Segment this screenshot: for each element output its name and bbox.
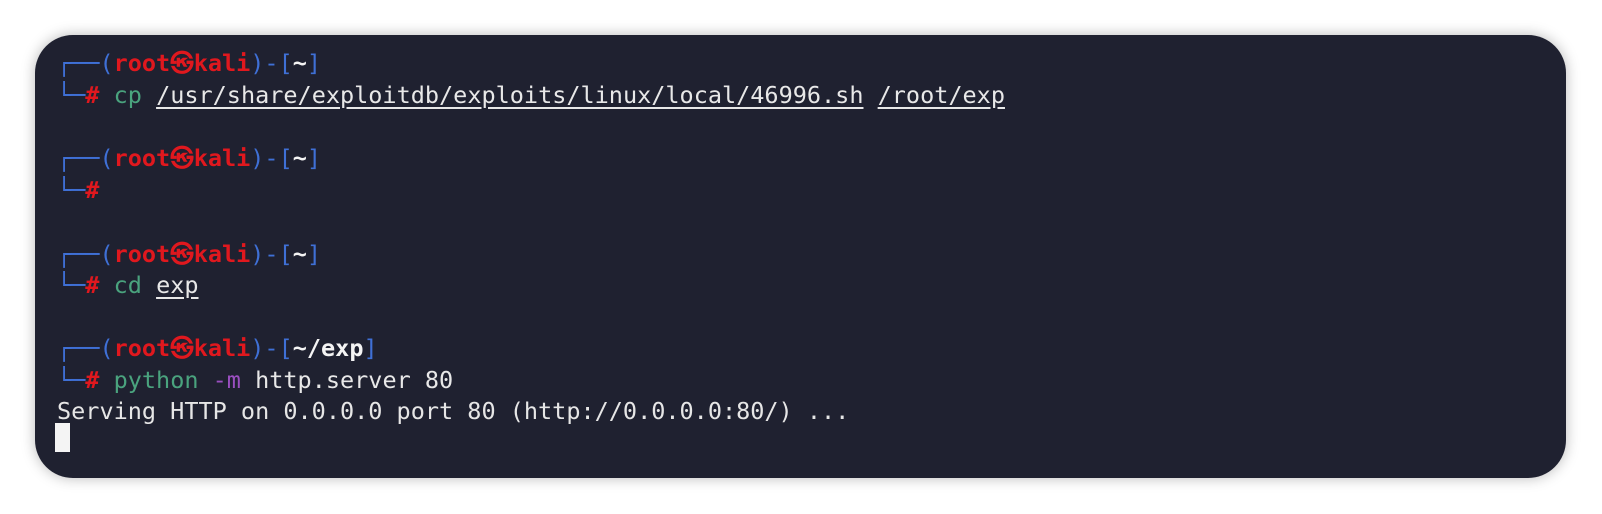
command-line-4: └─# python -m http.server 80 (57, 364, 453, 396)
prompt-mid: )-[ (250, 334, 293, 362)
prompt-user: root (113, 334, 171, 362)
prompt-corner-bottom: └─ (57, 271, 86, 299)
prompt-corner-top: ┌──( (57, 49, 114, 77)
terminal-window[interactable]: ┌──(root㉿kali)-[~] └─# cp /usr/share/exp… (35, 35, 1566, 478)
prompt-header-4: ┌──(root㉿kali)-[~/exp] (57, 332, 378, 364)
command-name: cd (113, 271, 142, 299)
command-arg-source: /usr/share/exploitdb/exploits/linux/loca… (156, 81, 864, 109)
prompt-corner-bottom: └─ (57, 366, 86, 394)
command-arg-module: http.server 80 (255, 366, 454, 394)
prompt-close-bracket: ] (306, 49, 322, 77)
prompt-close-bracket: ] (363, 334, 378, 362)
command-name: cp (113, 81, 142, 109)
prompt-host: kali (193, 240, 251, 268)
prompt-dir: ~ (292, 49, 307, 77)
command-line-3: └─# cd exp (57, 269, 199, 301)
prompt-separator: ㉿ (170, 144, 194, 172)
prompt-mid: )-[ (250, 240, 293, 268)
prompt-hash: # (85, 176, 100, 204)
prompt-host: kali (193, 49, 251, 77)
command-arg-dir: exp (156, 271, 199, 299)
prompt-hash: # (85, 271, 100, 299)
prompt-close-bracket: ] (306, 240, 322, 268)
command-flag: -m (212, 366, 241, 394)
prompt-hash: # (85, 366, 100, 394)
prompt-header-1: ┌──(root㉿kali)-[~] (57, 47, 321, 79)
prompt-mid: )-[ (250, 49, 293, 77)
prompt-corner-top: ┌──( (57, 144, 114, 172)
command-arg-dest: /root/exp (877, 81, 1005, 109)
prompt-close-bracket: ] (306, 144, 322, 172)
prompt-dir: ~ (292, 240, 307, 268)
prompt-corner-bottom: └─ (57, 81, 86, 109)
prompt-corner-top: ┌──( (57, 240, 114, 268)
prompt-header-2: ┌──(root㉿kali)-[~] (57, 142, 321, 174)
prompt-hash: # (85, 81, 100, 109)
prompt-header-3: ┌──(root㉿kali)-[~] (57, 238, 321, 270)
prompt-user: root (113, 49, 171, 77)
command-line-1: └─# cp /usr/share/exploitdb/exploits/lin… (57, 79, 1005, 111)
command-name: python (113, 366, 199, 394)
prompt-dir: ~/exp (292, 334, 364, 362)
command-line-2: └─# (57, 174, 99, 206)
prompt-user: root (113, 144, 171, 172)
text-cursor[interactable] (55, 423, 70, 452)
prompt-user: root (113, 240, 171, 268)
prompt-dir: ~ (292, 144, 307, 172)
prompt-separator: ㉿ (170, 240, 194, 268)
prompt-host: kali (193, 334, 251, 362)
command-output: Serving HTTP on 0.0.0.0 port 80 (http://… (57, 397, 850, 425)
prompt-separator: ㉿ (170, 49, 194, 77)
prompt-corner-top: ┌──( (57, 334, 114, 362)
prompt-corner-bottom: └─ (57, 176, 86, 204)
prompt-host: kali (193, 144, 251, 172)
prompt-mid: )-[ (250, 144, 293, 172)
prompt-separator: ㉿ (170, 334, 194, 362)
